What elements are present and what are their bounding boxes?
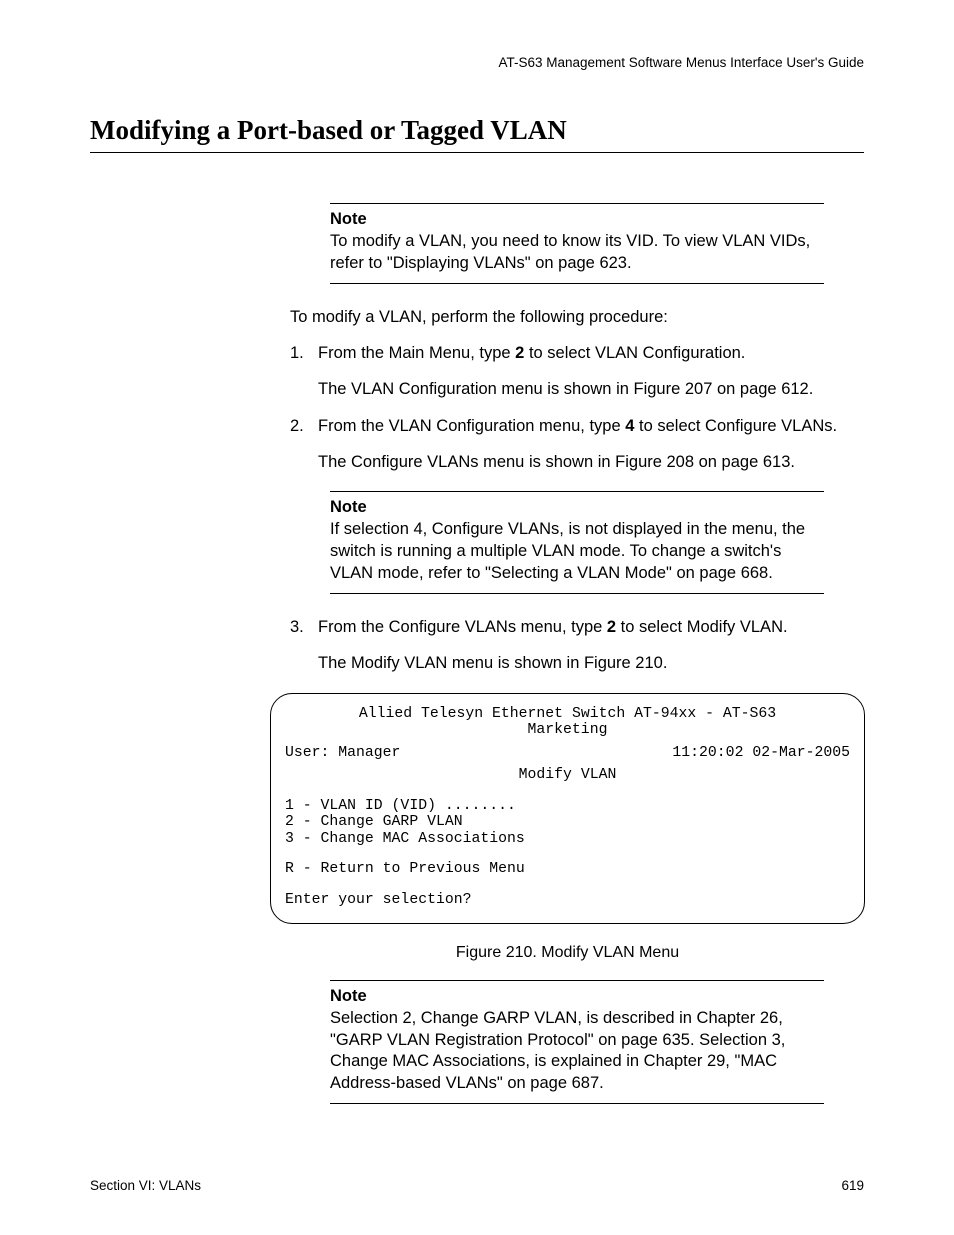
figure-caption: Figure 210. Modify VLAN Menu <box>270 944 865 962</box>
step-1-follow: The VLAN Configuration menu is shown in … <box>318 378 864 400</box>
terminal-line: 2 - Change GARP VLAN <box>285 814 850 831</box>
spacer <box>285 847 850 861</box>
terminal-line: Allied Telesyn Ethernet Switch AT-94xx -… <box>285 706 850 723</box>
terminal-line: 3 - Change MAC Associations <box>285 831 850 848</box>
footer-page-number: 619 <box>841 1178 864 1193</box>
note-body: If selection 4, Configure VLANs, is not … <box>330 519 824 585</box>
step-number: 2. <box>290 415 318 437</box>
terminal-screen: Allied Telesyn Ethernet Switch AT-94xx -… <box>270 693 865 924</box>
step-pre: From the Configure VLANs menu, type <box>318 618 607 636</box>
terminal-line: Enter your selection? <box>285 892 850 909</box>
spacer <box>285 784 850 798</box>
step-number: 1. <box>290 342 318 364</box>
terminal-line: Marketing <box>285 722 850 739</box>
intro-text: To modify a VLAN, perform the following … <box>290 306 864 328</box>
terminal-user: User: Manager <box>285 745 400 762</box>
post-figure-content: Note Selection 2, Change GARP VLAN, is d… <box>290 980 864 1105</box>
spacer <box>285 878 850 892</box>
footer-section: Section VI: VLANs <box>90 1178 201 1193</box>
terminal-figure: Allied Telesyn Ethernet Switch AT-94xx -… <box>270 693 865 924</box>
running-header: AT-S63 Management Software Menus Interfa… <box>90 55 864 70</box>
step-post: to select Modify VLAN. <box>616 618 788 636</box>
note-block-3: Note Selection 2, Change GARP VLAN, is d… <box>330 980 824 1105</box>
step-1: 1. From the Main Menu, type 2 to select … <box>290 342 864 364</box>
terminal-line: 1 - VLAN ID (VID) ........ <box>285 798 850 815</box>
step-text: From the Configure VLANs menu, type 2 to… <box>318 616 864 638</box>
note-body: Selection 2, Change GARP VLAN, is descri… <box>330 1008 824 1096</box>
note-block-1: Note To modify a VLAN, you need to know … <box>330 203 824 284</box>
note-block-2: Note If selection 4, Configure VLANs, is… <box>330 491 824 594</box>
step-3: 3. From the Configure VLANs menu, type 2… <box>290 616 864 638</box>
terminal-line: Modify VLAN <box>285 767 850 784</box>
main-content: Note To modify a VLAN, you need to know … <box>290 203 864 675</box>
note-label: Note <box>330 987 824 1006</box>
step-3-follow: The Modify VLAN menu is shown in Figure … <box>318 652 864 674</box>
terminal-line: User: Manager 11:20:02 02-Mar-2005 <box>285 745 850 762</box>
step-pre: From the Main Menu, type <box>318 344 515 362</box>
page: AT-S63 Management Software Menus Interfa… <box>0 0 954 1235</box>
note-label: Note <box>330 210 824 229</box>
step-post: to select Configure VLANs. <box>634 417 837 435</box>
step-2: 2. From the VLAN Configuration menu, typ… <box>290 415 864 437</box>
step-bold: 2 <box>607 618 616 636</box>
note-body: To modify a VLAN, you need to know its V… <box>330 231 824 275</box>
step-text: From the Main Menu, type 2 to select VLA… <box>318 342 864 364</box>
step-2-follow: The Configure VLANs menu is shown in Fig… <box>318 451 864 473</box>
note-label: Note <box>330 498 824 517</box>
step-post: to select VLAN Configuration. <box>524 344 745 362</box>
step-number: 3. <box>290 616 318 638</box>
terminal-line: R - Return to Previous Menu <box>285 861 850 878</box>
step-bold: 2 <box>515 344 524 362</box>
terminal-time: 11:20:02 02-Mar-2005 <box>672 745 850 762</box>
step-text: From the VLAN Configuration menu, type 4… <box>318 415 864 437</box>
page-footer: Section VI: VLANs 619 <box>90 1178 864 1193</box>
step-pre: From the VLAN Configuration menu, type <box>318 417 625 435</box>
section-heading: Modifying a Port-based or Tagged VLAN <box>90 115 864 153</box>
